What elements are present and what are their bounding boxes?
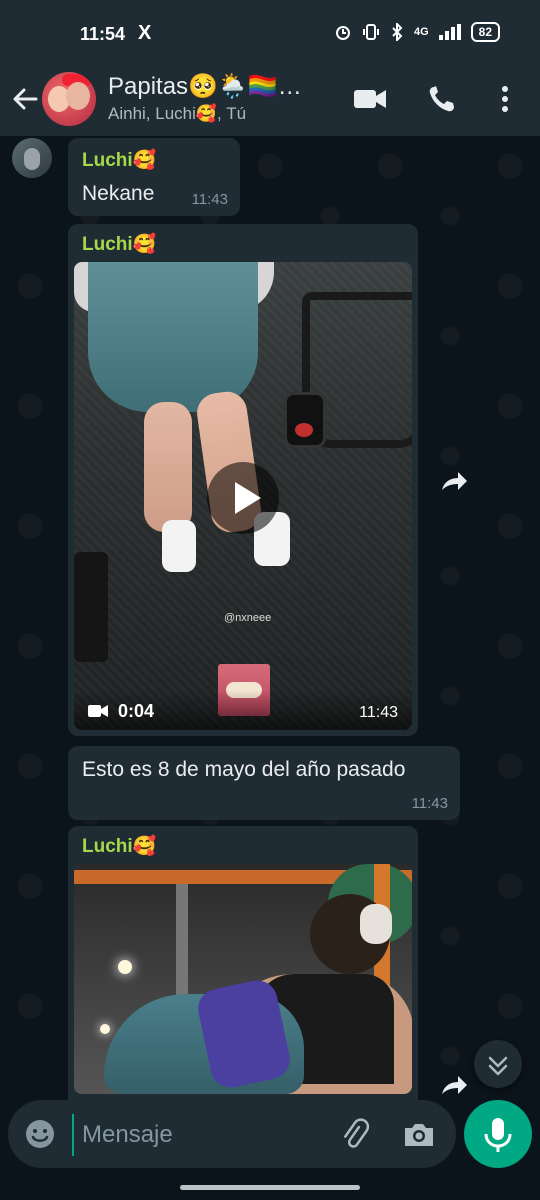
message-time: 11:43 xyxy=(191,191,228,208)
play-button[interactable] xyxy=(207,462,279,534)
vibrate-icon xyxy=(362,24,379,40)
network-type: 4G xyxy=(413,26,429,38)
status-time: 11:54 xyxy=(80,24,126,44)
alarm-icon xyxy=(335,26,350,40)
sender-name[interactable]: Luchi🥰 xyxy=(82,232,156,256)
chat-area[interactable]: Luchi🥰 Nekane 11:43 Luchi🥰 @nxneee 0:04 … xyxy=(0,136,540,1100)
status-icons: 4G 82 xyxy=(334,22,500,42)
forward-icon[interactable] xyxy=(434,462,474,502)
message-bubble[interactable]: Luchi🥰 Nekane 11:43 xyxy=(68,138,240,216)
scroll-to-bottom-button[interactable] xyxy=(474,1040,522,1088)
group-members[interactable]: Ainhi, Luchi🥰, Tú xyxy=(108,104,246,124)
message-time: 11:43 xyxy=(411,795,448,812)
message-input[interactable] xyxy=(72,1114,344,1156)
video-watermark: @nxneee xyxy=(224,612,272,624)
microphone-icon xyxy=(484,1118,512,1152)
emoji-icon[interactable] xyxy=(24,1118,56,1150)
dumbbell xyxy=(74,552,108,662)
video-duration: 0:04 xyxy=(118,701,155,721)
sender-name[interactable]: Luchi🥰 xyxy=(82,834,156,858)
sender-name[interactable]: Luchi🥰 xyxy=(82,148,156,172)
forward-icon[interactable] xyxy=(434,1066,474,1100)
message-text: Nekane xyxy=(82,182,155,205)
group-avatar[interactable] xyxy=(42,72,96,126)
chat-header: Papitas🥺🌦️🏳️‍🌈… Ainhi, Luchi🥰, Tú xyxy=(0,70,540,136)
gesture-nav-bar[interactable] xyxy=(180,1185,360,1190)
more-options-icon[interactable] xyxy=(490,84,520,114)
shorts xyxy=(88,262,258,412)
message-bubble[interactable]: Esto es 8 de mayo del año pasado 11:43 xyxy=(68,746,460,820)
video-message-bubble[interactable]: Luchi🥰 @nxneee 0:04 11:43 xyxy=(68,224,418,736)
attach-icon[interactable] xyxy=(338,1118,370,1150)
sender-avatar[interactable] xyxy=(12,138,52,178)
photo-thumbnail[interactable] xyxy=(74,864,412,1094)
weight-plate xyxy=(284,392,326,448)
double-chevron-down-icon xyxy=(488,1056,508,1076)
bluetooth-icon xyxy=(392,23,403,41)
group-title[interactable]: Papitas🥺🌦️🏳️‍🌈… xyxy=(108,72,302,101)
signal-icon xyxy=(438,24,461,40)
status-bar: 11:54 X 4G 82 xyxy=(0,0,540,70)
photo-message-bubble[interactable]: Luchi🥰 xyxy=(68,826,418,1100)
voice-call-icon[interactable] xyxy=(426,84,462,114)
x-app-icon: X xyxy=(138,22,152,44)
camera-icon[interactable] xyxy=(402,1118,436,1150)
video-thumbnail[interactable]: @nxneee 0:04 11:43 xyxy=(74,262,412,730)
message-composer xyxy=(8,1100,456,1168)
video-call-icon[interactable] xyxy=(352,84,388,114)
back-arrow-icon[interactable] xyxy=(10,84,40,114)
video-camera-icon xyxy=(88,705,108,717)
voice-message-button[interactable] xyxy=(464,1100,532,1168)
message-text: Esto es 8 de mayo del año pasado xyxy=(82,758,406,781)
headphones xyxy=(360,904,392,944)
message-time: 11:43 xyxy=(359,704,398,721)
battery-indicator: 82 xyxy=(470,22,500,42)
